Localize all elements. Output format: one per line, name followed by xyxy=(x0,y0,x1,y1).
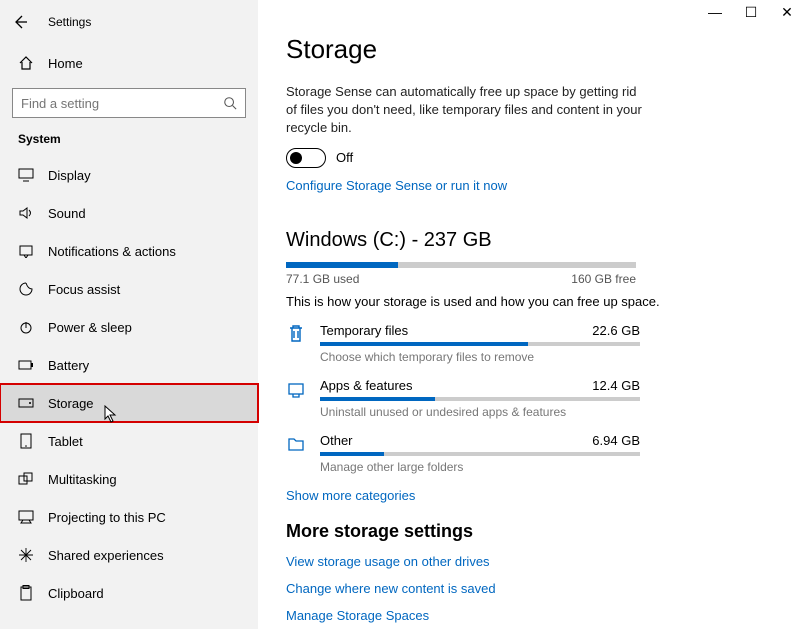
multitasking-icon xyxy=(18,472,34,486)
toggle-state-label: Off xyxy=(336,150,353,165)
sidebar-item-sound[interactable]: Sound xyxy=(0,194,258,232)
nav-list: Display Sound Notifications & actions Fo… xyxy=(0,156,258,612)
sidebar-item-power[interactable]: Power & sleep xyxy=(0,308,258,346)
maximize-button[interactable]: ☐ xyxy=(744,4,758,21)
search-icon xyxy=(223,96,237,110)
sidebar-item-label: Sound xyxy=(48,206,86,221)
category-other[interactable]: Other 6.94 GB Manage other large folders xyxy=(286,433,772,474)
drive-usage-bar xyxy=(286,262,636,268)
category-name: Apps & features xyxy=(320,378,413,393)
page-title: Storage xyxy=(286,34,772,65)
storage-spaces-link[interactable]: Manage Storage Spaces xyxy=(286,608,772,623)
back-arrow-icon[interactable] xyxy=(10,12,30,32)
window-controls: — ☐ ✕ xyxy=(708,4,794,21)
battery-icon xyxy=(18,359,34,371)
sidebar-item-display[interactable]: Display xyxy=(0,156,258,194)
category-size: 6.94 GB xyxy=(592,433,640,448)
sidebar-item-storage[interactable]: Storage xyxy=(0,384,258,422)
change-save-link[interactable]: Change where new content is saved xyxy=(286,581,772,596)
display-icon xyxy=(18,168,34,182)
search-input[interactable] xyxy=(12,88,246,118)
sidebar-item-projecting[interactable]: Projecting to this PC xyxy=(0,498,258,536)
sidebar-item-label: Battery xyxy=(48,358,89,373)
home-button[interactable]: Home xyxy=(0,44,258,82)
sidebar-item-label: Focus assist xyxy=(48,282,120,297)
category-hint: Manage other large folders xyxy=(320,460,772,474)
home-label: Home xyxy=(48,56,83,71)
sidebar: Settings Home System Display Sound xyxy=(0,0,258,629)
main-content: Storage Storage Sense can automatically … xyxy=(258,0,800,629)
sidebar-item-label: Multitasking xyxy=(48,472,117,487)
category-temporary-files[interactable]: Temporary files 22.6 GB Choose which temp… xyxy=(286,323,772,364)
free-label: 160 GB free xyxy=(571,272,636,286)
sidebar-item-shared[interactable]: Shared experiences xyxy=(0,536,258,574)
highlight-box xyxy=(0,383,259,423)
sidebar-item-battery[interactable]: Battery xyxy=(0,346,258,384)
notifications-icon xyxy=(18,244,34,258)
category-size: 22.6 GB xyxy=(592,323,640,338)
section-label: System xyxy=(0,128,258,156)
sidebar-item-label: Power & sleep xyxy=(48,320,132,335)
search-field[interactable] xyxy=(21,96,223,111)
category-name: Temporary files xyxy=(320,323,408,338)
power-icon xyxy=(18,319,34,335)
sidebar-item-label: Notifications & actions xyxy=(48,244,176,259)
clipboard-icon xyxy=(18,585,34,601)
folder-icon xyxy=(286,434,306,454)
show-more-link[interactable]: Show more categories xyxy=(286,488,415,503)
category-size: 12.4 GB xyxy=(592,378,640,393)
close-button[interactable]: ✕ xyxy=(780,4,794,21)
sidebar-item-label: Storage xyxy=(48,396,94,411)
sidebar-item-label: Display xyxy=(48,168,91,183)
category-name: Other xyxy=(320,433,353,448)
storage-sense-toggle[interactable] xyxy=(286,148,326,168)
tablet-icon xyxy=(18,433,34,449)
sidebar-item-clipboard[interactable]: Clipboard xyxy=(0,574,258,612)
projecting-icon xyxy=(18,510,34,524)
sidebar-item-notifications[interactable]: Notifications & actions xyxy=(0,232,258,270)
category-hint: Choose which temporary files to remove xyxy=(320,350,772,364)
category-hint: Uninstall unused or undesired apps & fea… xyxy=(320,405,772,419)
sidebar-item-multitasking[interactable]: Multitasking xyxy=(0,460,258,498)
shared-icon xyxy=(18,547,34,563)
focus-icon xyxy=(18,281,34,297)
apps-icon xyxy=(286,379,306,399)
usage-description: This is how your storage is used and how… xyxy=(286,294,772,309)
other-drives-link[interactable]: View storage usage on other drives xyxy=(286,554,772,569)
configure-link[interactable]: Configure Storage Sense or run it now xyxy=(286,178,507,193)
minimize-button[interactable]: — xyxy=(708,4,722,21)
storage-sense-description: Storage Sense can automatically free up … xyxy=(286,83,646,138)
sidebar-item-tablet[interactable]: Tablet xyxy=(0,422,258,460)
sidebar-item-label: Projecting to this PC xyxy=(48,510,166,525)
sidebar-item-label: Tablet xyxy=(48,434,83,449)
category-apps-features[interactable]: Apps & features 12.4 GB Uninstall unused … xyxy=(286,378,772,419)
sidebar-item-label: Shared experiences xyxy=(48,548,164,563)
sidebar-item-focus[interactable]: Focus assist xyxy=(0,270,258,308)
sound-icon xyxy=(18,206,34,220)
trash-icon xyxy=(286,324,306,344)
drive-title: Windows (C:) - 237 GB xyxy=(286,229,772,252)
app-title: Settings xyxy=(48,15,91,29)
more-settings-heading: More storage settings xyxy=(286,521,772,542)
storage-icon xyxy=(18,398,34,408)
used-label: 77.1 GB used xyxy=(286,272,359,286)
home-icon xyxy=(18,55,34,71)
sidebar-item-label: Clipboard xyxy=(48,586,104,601)
